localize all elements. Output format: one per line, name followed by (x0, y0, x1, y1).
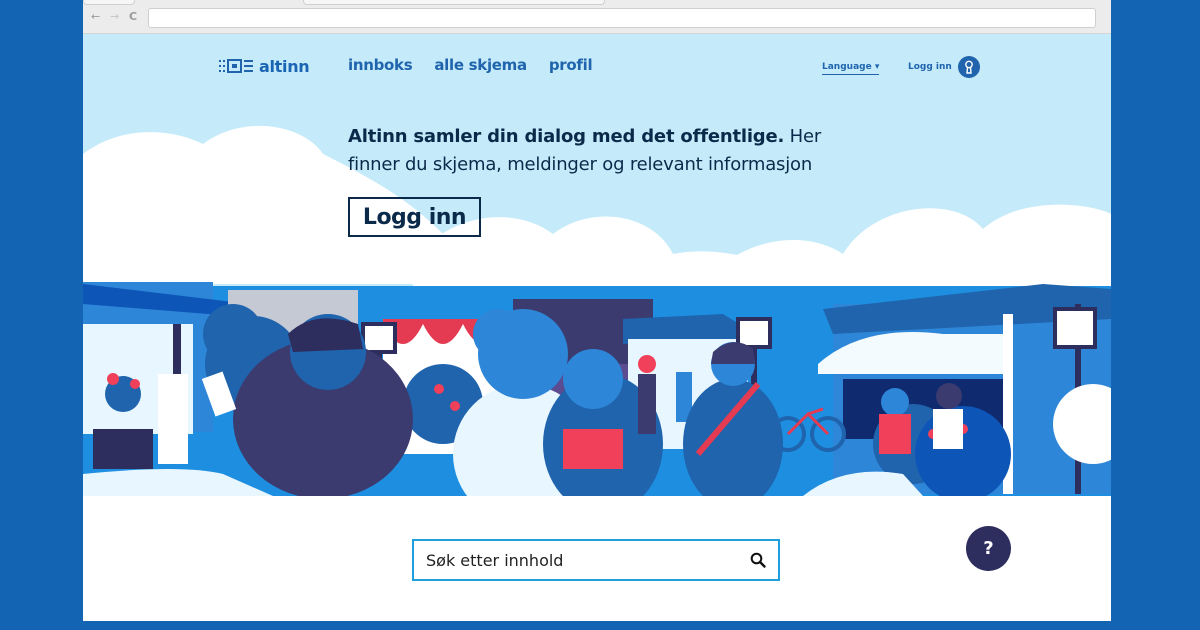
main-nav: innboks alle skjema profil (348, 56, 614, 74)
search-icon[interactable] (738, 541, 778, 579)
browser-toolbar: ← → C (83, 0, 1111, 34)
altinn-page: altinn innboks alle skjema profil Langua… (83, 34, 1111, 621)
browser-tab-active[interactable] (303, 0, 605, 5)
altinn-logo[interactable]: altinn (219, 56, 310, 76)
hero-login-button[interactable]: Logg inn (348, 197, 481, 237)
forward-button[interactable]: → (110, 10, 119, 24)
search-input[interactable] (414, 541, 738, 579)
nav-profil[interactable]: profil (549, 56, 593, 74)
header-login-label: Logg inn (908, 62, 952, 72)
hero-lead-bold: Altinn samler din dialog med det offentl… (348, 126, 785, 147)
search-box[interactable] (412, 539, 780, 581)
address-bar[interactable] (148, 8, 1096, 28)
altinn-logo-icon (219, 59, 253, 73)
back-button[interactable]: ← (91, 10, 100, 24)
hero-lead: Altinn samler din dialog med det offentl… (348, 123, 868, 179)
header-login[interactable]: Logg inn (908, 56, 980, 78)
nav-alle-skjema[interactable]: alle skjema (434, 56, 527, 74)
browser-tab[interactable] (83, 0, 135, 5)
reload-button[interactable]: C (129, 10, 137, 24)
keyhole-user-icon (957, 56, 980, 78)
logo-text: altinn (259, 56, 310, 76)
language-selector[interactable]: Language ▾ (822, 62, 880, 75)
nav-innboks[interactable]: innboks (348, 56, 413, 74)
help-button[interactable]: ? (966, 526, 1011, 571)
browser-window: ← → C altinn innboks alle skjema profil … (83, 0, 1111, 621)
search-section (83, 496, 1111, 621)
